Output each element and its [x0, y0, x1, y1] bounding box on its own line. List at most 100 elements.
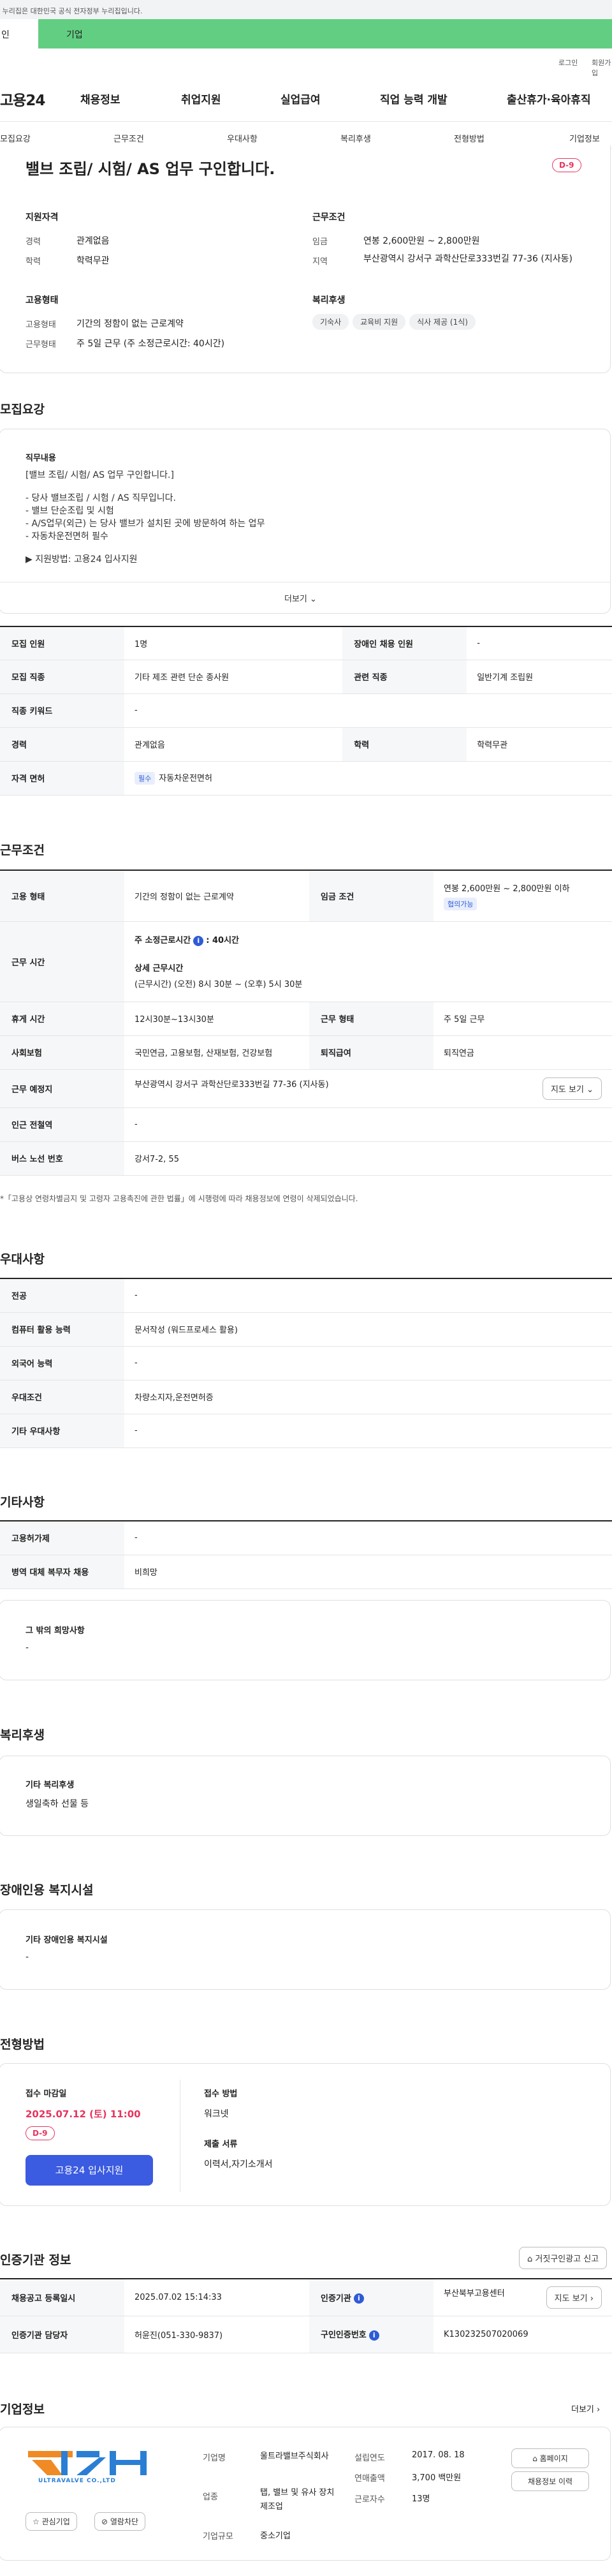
agency-map-button[interactable]: 지도 보기 ›	[546, 2286, 602, 2309]
anchor-company[interactable]: 기업정보	[569, 132, 600, 144]
table-row: 모집 직종 기타 제조 관련 단순 종사원 관련 직종 일반기계 조립원	[0, 660, 612, 694]
gnb-item-unemployment[interactable]: 실업급여	[280, 91, 321, 107]
table-row: 우대조건 차량소지자,운전면허증	[0, 1380, 612, 1414]
table-row: 휴게 시간 12시30분~13시30분 근무 형태 주 5일 근무	[0, 1002, 612, 1036]
map-button[interactable]: 지도 보기 ⌄	[542, 1077, 602, 1100]
false-ad-report-button[interactable]: ⌂ 거짓구인광고 신고	[519, 2247, 608, 2269]
block-view-button[interactable]: ⊘ 열람차단	[94, 2512, 146, 2531]
other-wish-value: -	[26, 1643, 29, 1653]
place-value: 부산광역시 강서구 과학산단로333번길 77-36 (지사동)	[135, 1079, 329, 1090]
login-link[interactable]: 로그인	[558, 57, 578, 68]
cell-label: 우대조건	[0, 1380, 124, 1414]
cell-value: 연봉 2,600만원 ~ 2,800만원 이하 협의가능	[433, 870, 612, 922]
negotiable-tag: 협의가능	[444, 897, 477, 910]
cell-label: 퇴직급여	[309, 1035, 433, 1070]
other-wish-title: 그 밖의 희망사항	[26, 1626, 85, 1636]
cell-label: 인증기관 i	[309, 2279, 433, 2316]
cell-label: 장애인 채용 인원	[342, 626, 467, 660]
report-label: 거짓구인광고 신고	[535, 2254, 599, 2264]
table-row: 외국어 능력 -	[0, 1346, 612, 1381]
cell-value: 관계없음	[124, 727, 343, 762]
favorite-company-button[interactable]: ☆ 관심기업	[26, 2512, 77, 2531]
etc-section-title: 기타사항	[0, 1495, 45, 1509]
agency-table: 채용공고 등록일시 2025.07.02 15:14:33 인증기관 i 부산북부고용센…	[0, 2278, 612, 2353]
welfare-card	[0, 1756, 611, 1836]
deadline-value: 2025.07.12 (토) 11:00	[26, 2108, 141, 2120]
info-icon[interactable]: i	[368, 2330, 379, 2341]
gov-notice-bar: 이 누리집은 대한민국 공식 전자정부 누리집입니다.	[0, 0, 612, 19]
homepage-button[interactable]: ⌂ 홈페이지	[511, 2448, 589, 2468]
cell-value: 기간의 정함이 없는 근로계약	[124, 870, 309, 922]
cell-label: 전공	[0, 1278, 124, 1313]
gnb-item-jobs[interactable]: 채용정보	[80, 91, 120, 107]
method-label: 접수 방법	[204, 2089, 238, 2099]
gnb-item-leave[interactable]: 출산휴가·육아휴직	[507, 91, 591, 107]
cell-value: 문서작성 (워드프로세스 활용)	[124, 1312, 612, 1347]
star-icon: ☆	[33, 2517, 40, 2526]
tab-company[interactable]: 기업	[66, 28, 83, 41]
info-icon[interactable]: i	[353, 2293, 364, 2304]
cell-label: 버스 노선 번호	[0, 1141, 124, 1176]
anchor-recruit[interactable]: 모집요강	[0, 132, 31, 144]
duty-spacer	[26, 543, 265, 553]
work-section-title: 근무조건	[0, 843, 45, 857]
dday-badge: D-9	[26, 2126, 55, 2140]
anchor-welfare[interactable]: 복리후생	[340, 132, 371, 144]
employment-title: 고용형태	[26, 295, 59, 306]
anchor-selection[interactable]: 전형방법	[454, 132, 484, 144]
cell-value: 부산광역시 강서구 과학산단로333번길 77-36 (지사동) 지도 보기 ⌄	[124, 1069, 612, 1108]
company-more-label: 더보기	[571, 2405, 594, 2415]
cell-label: 병역 대체 복무자 채용	[0, 1555, 124, 1589]
signup-link[interactable]: 회원가입	[592, 57, 612, 78]
cell-label: 모집 인원	[0, 626, 124, 660]
no-label: 구인인증번호	[321, 2330, 367, 2341]
info-icon[interactable]: i	[193, 935, 204, 946]
cell-label: 근무 시간	[0, 921, 124, 1002]
home-icon: ⌂	[532, 2454, 537, 2463]
pref-table: 전공 - 컴퓨터 활용 능력 문서작성 (워드프로세스 활용) 외국어 능력 - 우대…	[0, 1278, 612, 1448]
cell-label: 외국어 능력	[0, 1346, 124, 1381]
cell-label: 기타 우대사항	[0, 1414, 124, 1448]
cell-value: 차량소지자,운전면허증	[124, 1380, 612, 1414]
site-logo[interactable]: 고용24	[0, 88, 45, 110]
cell-value: 12시30분~13시30분	[124, 1002, 309, 1036]
education-label: 학력	[26, 257, 41, 267]
company-more-link[interactable]: 더보기 ›	[571, 2402, 600, 2415]
table-row: 기타 우대사항 -	[0, 1414, 612, 1448]
industry-label: 업종	[203, 2492, 218, 2502]
work-table: 고용 형태 기간의 정함이 없는 근로계약 임금 조건 연봉 2,600만원 ~ 2,…	[0, 870, 612, 1176]
company-logo-caption: ULTRAVALVE CO.,LTD	[38, 2478, 116, 2484]
anchor-preference[interactable]: 우대사항	[227, 132, 258, 144]
age-notice: *「고용상 연령차별금지 및 고령자 고용촉진에 관한 법률」에 시행령에 따라…	[0, 1194, 358, 1203]
table-row: 자격 면허 필수 자동차운전면허	[0, 761, 612, 796]
chevron-right-icon: ›	[590, 2293, 594, 2304]
chevron-down-icon: ⌄	[310, 595, 317, 604]
weekly-hours: 주 소정근로시간 i: 40시간	[135, 933, 602, 946]
tab-personal[interactable]: 인	[0, 19, 38, 48]
table-row: 인증기관 담당자 허윤진(051-330-9837) 구인인증번호 i K1302325…	[0, 2316, 612, 2353]
report-icon: ⌂	[527, 2254, 533, 2264]
anchor-conditions[interactable]: 근무조건	[113, 132, 144, 144]
table-row: 경력 관계없음 학력 학력무관	[0, 727, 612, 762]
cell-label: 학력	[342, 727, 467, 762]
work-form-value: 주 5일 근무 (주 소정근로시간: 40시간)	[76, 339, 225, 349]
gnb-item-training[interactable]: 직업 능력 개발	[380, 91, 448, 107]
gnb-item-support[interactable]: 취업지원	[181, 91, 221, 107]
more-button[interactable]: 더보기 ⌄	[284, 592, 317, 604]
cell-value: 부산북부고용센터 지도 보기 ›	[433, 2279, 612, 2316]
block-icon: ⊘	[101, 2517, 108, 2526]
cell-value: -	[467, 626, 612, 660]
job-history-button[interactable]: 채용정보 이력	[511, 2471, 589, 2491]
employees-value: 13명	[412, 2494, 430, 2504]
cell-value: 강서7-2, 55	[124, 1141, 612, 1176]
founded-label: 설립연도	[354, 2454, 385, 2463]
cell-value: 주 소정근로시간 i: 40시간 상세 근무시간 (근무시간) (오전) 8시 30분…	[124, 921, 612, 1002]
apply-button[interactable]: 고용24 입사지원	[26, 2155, 153, 2186]
welfare-section-title: 복리후생	[0, 1728, 45, 1742]
user-type-tabs: 인 기업	[0, 19, 612, 48]
welfare-chips: 기숙사 교육비 지원 식사 제공 (1식)	[312, 314, 479, 330]
cell-value: 일반기계 조립원	[467, 660, 612, 694]
cell-value: 주 5일 근무	[433, 1002, 612, 1036]
region-label: 지역	[312, 257, 328, 267]
duty-line: - 밸브 단순조립 및 시험	[26, 506, 114, 516]
